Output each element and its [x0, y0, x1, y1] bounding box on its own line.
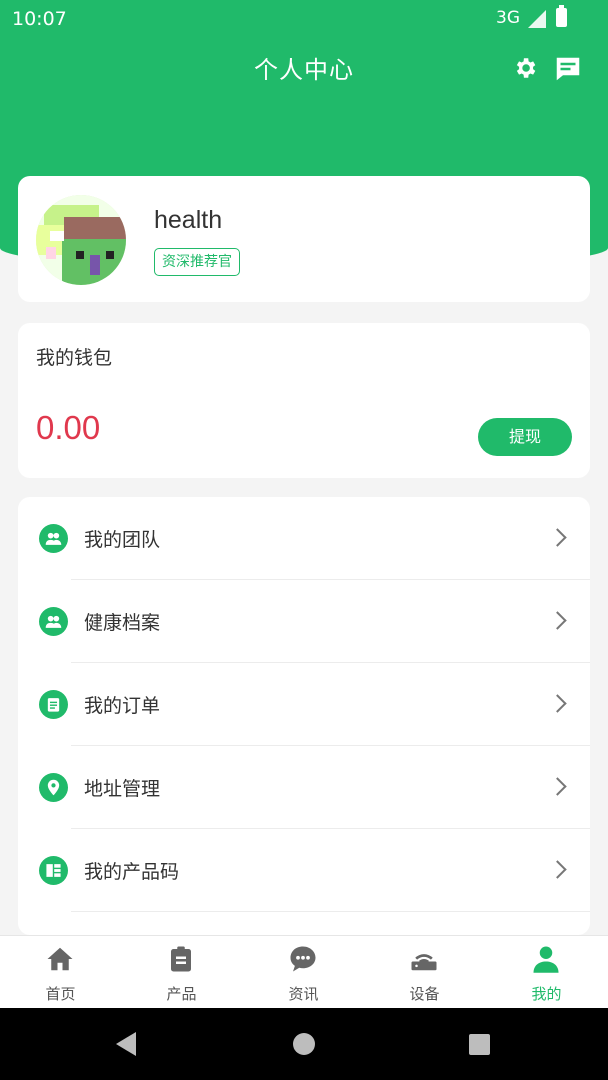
recent-apps-icon[interactable]: [469, 1034, 490, 1055]
menu-item-label: 健康档案: [84, 612, 161, 634]
tab-products[interactable]: 产品: [121, 936, 242, 1009]
chevron-right-icon: [548, 777, 567, 796]
wallet-balance: 0.00: [36, 409, 101, 446]
chevron-right-icon: [548, 694, 567, 713]
avatar[interactable]: [36, 195, 126, 285]
tab-devices[interactable]: 设备: [364, 936, 485, 1009]
chevron-right-icon: [548, 528, 567, 547]
menu-item-orders[interactable]: 我的订单: [18, 663, 590, 746]
tab-label: 设备: [409, 985, 440, 1003]
profile-card[interactable]: health 资深推荐官: [18, 176, 590, 302]
location-icon: [39, 773, 68, 802]
menu-item-address[interactable]: 地址管理: [18, 746, 590, 829]
tab-label: 产品: [166, 985, 197, 1003]
signal-icon: [528, 10, 546, 28]
gear-icon[interactable]: [512, 55, 538, 81]
tab-label: 我的: [531, 985, 562, 1003]
menu-list: 我的团队 健康档案 我的订单 地址管理 我的产品码: [18, 497, 590, 935]
tab-label: 资讯: [288, 985, 319, 1003]
wallet-card: 我的钱包 0.00 提现: [18, 323, 590, 478]
clipboard-icon: [171, 946, 191, 972]
tab-mine[interactable]: 我的: [486, 936, 607, 1009]
chat-icon[interactable]: [553, 54, 583, 84]
status-bar: 10:07 3G: [0, 0, 608, 36]
divider: [71, 911, 590, 912]
router-icon: [411, 954, 437, 971]
menu-item-label: 我的团队: [84, 529, 161, 551]
home-button-icon[interactable]: [293, 1033, 315, 1055]
menu-item-product-code[interactable]: 我的产品码: [18, 829, 590, 912]
withdraw-button[interactable]: 提现: [478, 418, 572, 456]
bottom-tab-bar: 首页 产品 资讯 设备 我的: [0, 935, 608, 1009]
product-code-icon: [39, 856, 68, 885]
user-level-badge: 资深推荐官: [154, 248, 240, 276]
chat-bubble-icon: [290, 946, 316, 972]
menu-item-health-record[interactable]: 健康档案: [18, 580, 590, 663]
wallet-title: 我的钱包: [36, 347, 113, 369]
system-nav-bar: [0, 1008, 608, 1080]
network-type: 3G: [496, 8, 520, 28]
battery-icon: [556, 5, 567, 27]
tab-label: 首页: [45, 985, 76, 1003]
health-record-icon: [39, 607, 68, 636]
order-icon: [39, 690, 68, 719]
status-time: 10:07: [12, 8, 67, 30]
username: health: [154, 206, 223, 234]
team-icon: [39, 524, 68, 553]
menu-item-label: 我的产品码: [84, 861, 180, 883]
menu-item-label: 我的订单: [84, 695, 161, 717]
back-icon[interactable]: [116, 1032, 136, 1056]
home-icon: [47, 947, 73, 971]
tab-news[interactable]: 资讯: [243, 936, 364, 1009]
menu-item-label: 地址管理: [84, 778, 161, 800]
tab-home[interactable]: 首页: [0, 936, 121, 1009]
menu-item-team[interactable]: 我的团队: [18, 497, 590, 580]
user-icon: [533, 946, 559, 973]
chevron-right-icon: [548, 611, 567, 630]
chevron-right-icon: [548, 860, 567, 879]
